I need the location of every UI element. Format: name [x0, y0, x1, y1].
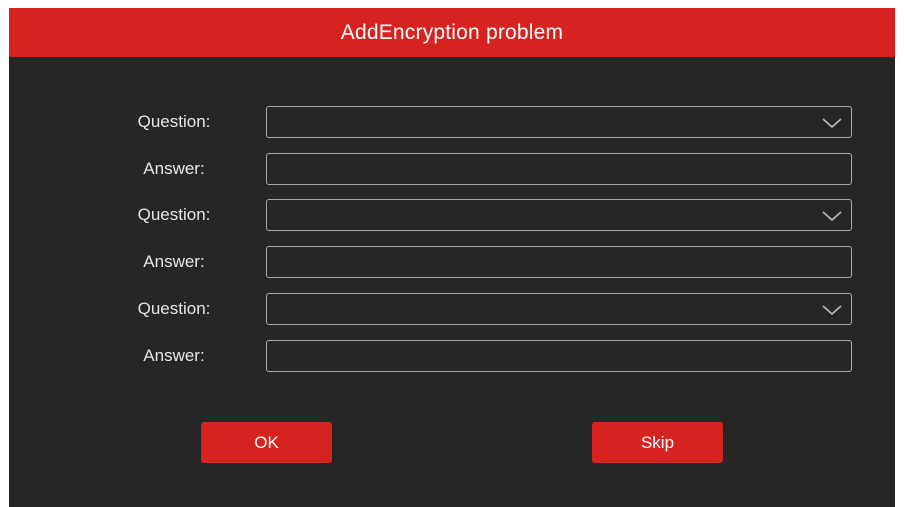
question-row-3: Question:	[9, 293, 895, 325]
chevron-down-icon[interactable]	[821, 116, 843, 130]
answer-label-1: Answer:	[143, 159, 205, 178]
chevron-down-icon[interactable]	[821, 209, 843, 223]
answer-label-2: Answer:	[143, 252, 205, 271]
question-label-3: Question:	[137, 299, 211, 318]
question-select-2[interactable]	[266, 199, 852, 231]
question-select-3[interactable]	[266, 293, 852, 325]
dialog-title-bar: AddEncryption problem	[9, 8, 895, 57]
chevron-down-icon[interactable]	[821, 303, 843, 317]
question-row-2: Question:	[9, 199, 895, 231]
question-label-2: Question:	[137, 205, 211, 224]
answer-input-3[interactable]	[266, 340, 852, 372]
question-label-1: Question:	[137, 112, 211, 131]
answer-input-1[interactable]	[266, 153, 852, 185]
ok-button[interactable]: OK	[201, 422, 332, 463]
question-row-1: Question:	[9, 106, 895, 138]
answer-row-2: Answer:	[9, 246, 895, 278]
answer-label-3: Answer:	[143, 346, 205, 365]
skip-button[interactable]: Skip	[592, 422, 723, 463]
answer-row-1: Answer:	[9, 153, 895, 185]
answer-row-3: Answer:	[9, 340, 895, 372]
add-encryption-dialog: AddEncryption problem Question: Answer: …	[9, 8, 895, 507]
answer-input-2[interactable]	[266, 246, 852, 278]
question-select-1[interactable]	[266, 106, 852, 138]
dialog-title: AddEncryption problem	[340, 20, 564, 44]
